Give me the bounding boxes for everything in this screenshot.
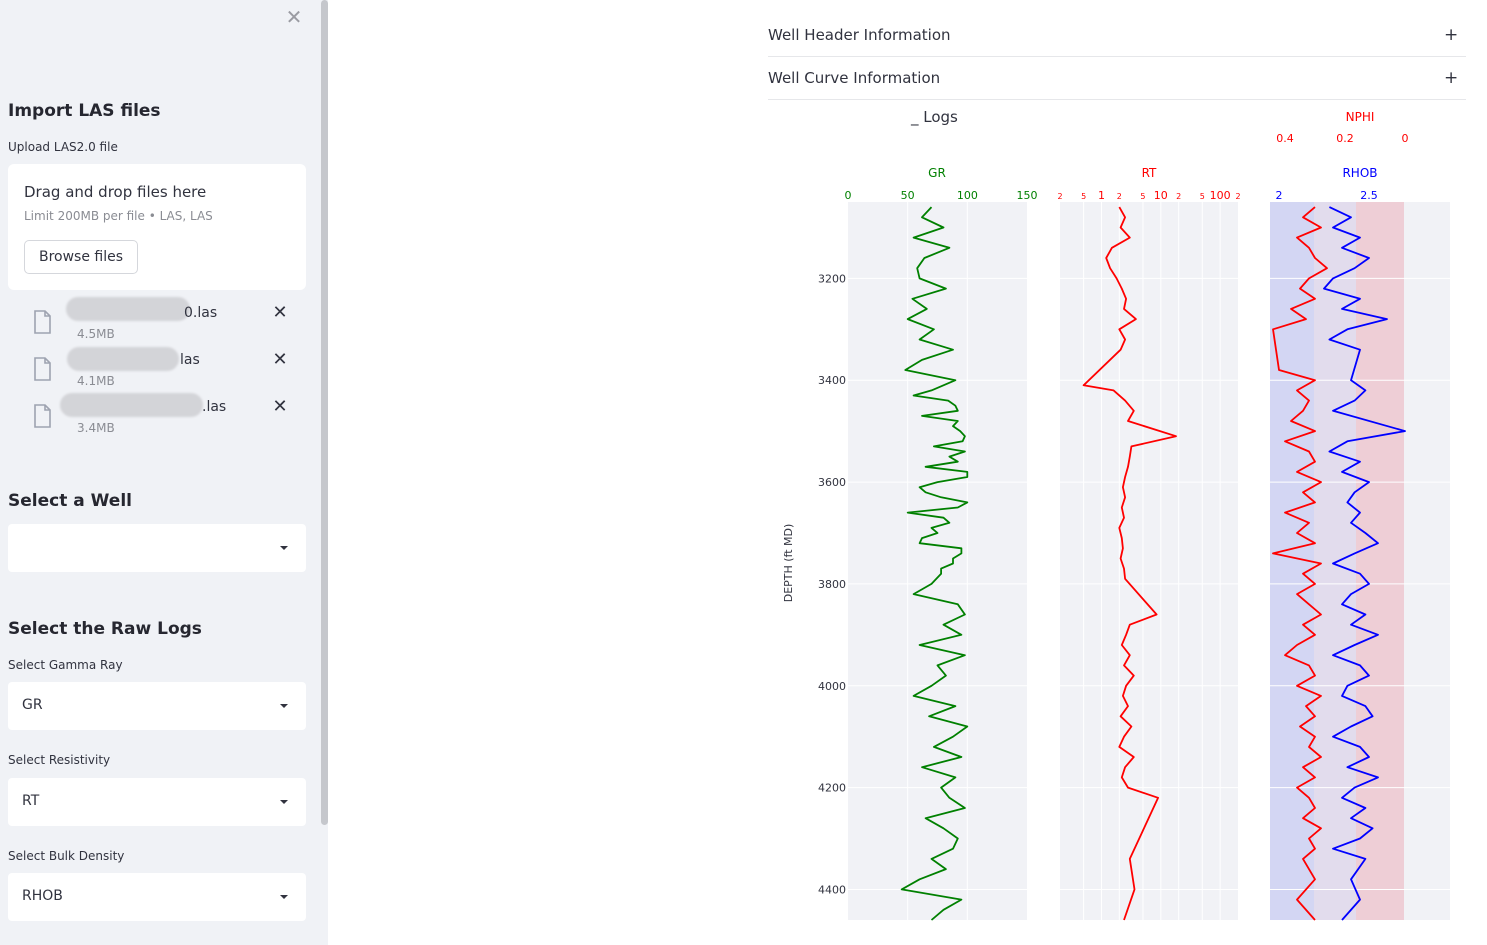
close-sidebar-icon[interactable]: ✕ [284,7,304,27]
file-icon [34,310,51,334]
app-root: ✕ Import LAS files Upload LAS2.0 file Dr… [0,0,1487,945]
select-well-heading: Select a Well [8,491,132,511]
y-axis-label: DEPTH (ft MD) [782,524,795,603]
rt-tick-label: 2 [1176,192,1181,201]
redacted-filename [67,347,179,371]
nphi-tick-label: 0 [1402,132,1409,145]
rt-tick-label: 5 [1200,192,1205,201]
chart-title: _ Logs [910,108,958,127]
file-size: 3.4MB [77,421,115,435]
file-name: 0.las [184,305,218,321]
shade-zone-red [1356,202,1404,920]
rt-tick-label: 2 [1117,192,1122,201]
file-size: 4.5MB [77,327,115,341]
import-heading: Import LAS files [8,101,161,121]
gr-tick-label: 100 [957,189,978,202]
dropzone-title: Drag and drop files here [24,183,207,201]
rhob-tick-label: 2.5 [1360,189,1378,202]
plus-icon: + [1444,25,1459,45]
uploaded-file-row: .las 3.4MB ✕ [0,393,328,450]
gr-tick-label: 0 [845,189,852,202]
redacted-filename [60,393,203,417]
expander-title: Well Curve Information [768,69,941,87]
gr-tick-label: 150 [1017,189,1038,202]
browse-files-button[interactable]: Browse files [24,240,138,274]
rt-tick-label: 10 [1154,189,1168,202]
upload-label: Upload LAS2.0 file [8,140,118,154]
bulk-density-value: RHOB [22,888,63,904]
well-header-expander[interactable]: Well Header Information + [768,14,1466,57]
well-log-chart[interactable]: _ Logs DEPTH (ft MD) 3200 3400 3600 3800 4000 4… [768,100,1468,930]
rt-tick-label: 5 [1081,192,1086,201]
remove-file-icon[interactable]: ✕ [270,397,290,417]
rt-tick-label: 100 [1210,189,1231,202]
resistivity-label: Select Resistivity [8,753,111,767]
file-icon [34,404,51,428]
raw-logs-heading: Select the Raw Logs [8,619,202,639]
rt-tick-label: 5 [1140,192,1145,201]
sidebar-scrollbar[interactable] [321,0,328,825]
depth-tick-label: 4200 [818,782,846,795]
caret-down-icon [280,704,288,708]
depth-tick-label: 3200 [818,272,846,285]
depth-tick-label: 3800 [818,578,846,591]
gamma-ray-label: Select Gamma Ray [8,658,123,672]
depth-tick-label: 4400 [818,883,846,896]
nphi-tick-label: 0.2 [1336,132,1354,145]
rt-tick-label: 1 [1098,189,1105,202]
well-curve-expander[interactable]: Well Curve Information + [768,57,1466,100]
file-icon [34,357,51,381]
remove-file-icon[interactable]: ✕ [270,303,290,323]
track-header: GR [928,166,946,180]
gamma-ray-value: GR [22,697,43,713]
gr-tick-label: 50 [901,189,915,202]
redacted-filename [66,297,190,321]
remove-file-icon[interactable]: ✕ [270,350,290,370]
resistivity-select[interactable]: RT [8,778,306,826]
caret-down-icon [280,546,288,550]
file-name: las [180,352,200,368]
track-header: RHOB [1342,166,1377,180]
bulk-density-select[interactable]: RHOB [8,873,306,921]
well-select[interactable] [8,524,306,572]
track-background [848,202,1027,920]
gamma-ray-select[interactable]: GR [8,682,306,730]
caret-down-icon [280,800,288,804]
bulk-density-label: Select Bulk Density [8,849,125,863]
nphi-tick-label: 0.4 [1276,132,1294,145]
expander-title: Well Header Information [768,26,951,44]
sidebar: ✕ Import LAS files Upload LAS2.0 file Dr… [0,0,328,945]
file-size: 4.1MB [77,374,115,388]
caret-down-icon [280,895,288,899]
rt-tick-label: 2 [1235,192,1240,201]
depth-tick-label: 3600 [818,476,846,489]
plus-icon: + [1444,68,1459,88]
file-name: .las [202,399,227,415]
depth-tick-label: 3400 [818,374,846,387]
track-header: NPHI [1346,110,1375,124]
resistivity-value: RT [22,793,40,809]
depth-tick-label: 4000 [818,680,846,693]
rt-tick-label: 2 [1057,192,1062,201]
dropzone-limit: Limit 200MB per file • LAS, LAS [24,209,213,223]
rhob-tick-label: 2 [1276,189,1283,202]
file-dropzone[interactable]: Drag and drop files here Limit 200MB per… [8,164,306,290]
track-header: RT [1142,166,1157,180]
track-background [1060,202,1238,920]
